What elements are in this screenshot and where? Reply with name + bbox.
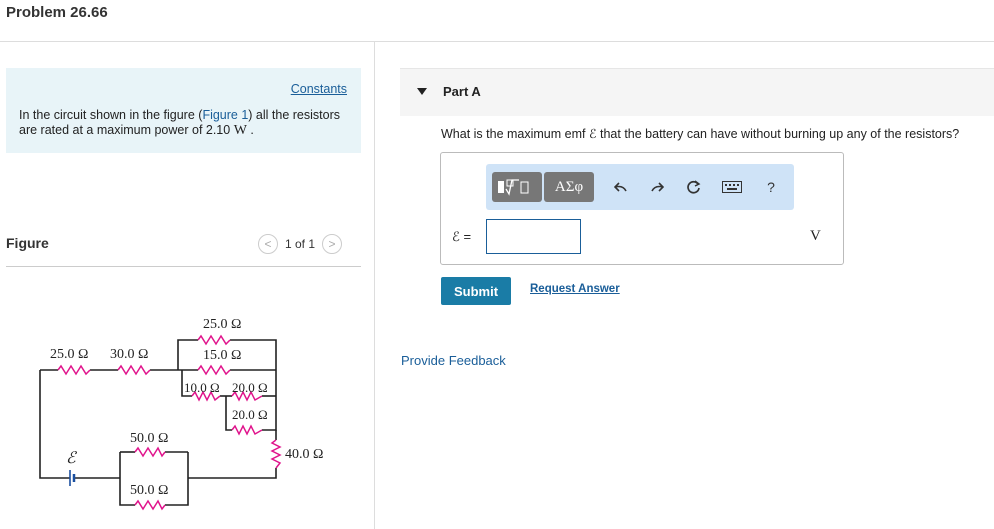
constants-link[interactable]: Constants — [291, 82, 347, 96]
next-figure-button[interactable]: > — [322, 234, 343, 254]
question-text: What is the maximum emf ℰ that the batte… — [441, 127, 960, 141]
resistor-label-10: 10.0 Ω — [184, 380, 220, 395]
greek-symbols-button[interactable]: ΑΣφ — [544, 172, 594, 202]
problem-title: Problem 26.66 — [6, 4, 108, 21]
submit-button[interactable]: Submit — [441, 277, 511, 305]
intro-text-start: In the circuit shown in the figure ( — [19, 108, 203, 122]
collapse-triangle-icon[interactable] — [417, 88, 427, 95]
provide-feedback-link[interactable]: Provide Feedback — [401, 353, 506, 368]
resistor-label-20-a: 20.0 Ω — [232, 380, 268, 395]
resistor-label-40: 40.0 Ω — [285, 447, 323, 462]
reset-icon[interactable] — [683, 176, 705, 198]
resistor-label-25-left: 25.0 Ω — [50, 347, 88, 362]
answer-label: ℰ = — [452, 229, 472, 244]
header-divider — [0, 41, 994, 42]
circuit-diagram: 25.0 Ω 30.0 Ω 25.0 Ω 15.0 Ω 10.0 Ω 20.0 … — [39, 317, 323, 511]
templates-button[interactable] — [492, 172, 542, 202]
figure-link[interactable]: Figure 1 — [202, 108, 248, 122]
undo-icon[interactable] — [610, 176, 632, 198]
resistor-label-25-top: 25.0 Ω — [203, 317, 241, 332]
help-button[interactable]: ? — [760, 176, 782, 198]
resistor-label-15: 15.0 Ω — [203, 348, 241, 363]
templates-icon — [498, 179, 529, 196]
resistor-label-50-upper: 50.0 Ω — [130, 431, 168, 446]
figure-label: Figure — [6, 235, 49, 251]
emf-symbol: ℰ — [66, 450, 78, 467]
chevron-right-icon: > — [328, 237, 336, 251]
math-toolbar: ΑΣφ ? — [486, 164, 794, 210]
chevron-left-icon: < — [264, 237, 272, 251]
prev-figure-button[interactable]: < — [258, 234, 278, 254]
resistor-label-50-lower: 50.0 Ω — [130, 483, 168, 498]
power-unit: W — [233, 123, 247, 138]
part-a-header[interactable] — [400, 68, 994, 116]
part-a-label: Part A — [443, 84, 481, 99]
request-answer-link[interactable]: Request Answer — [530, 283, 620, 295]
figure-pager: < 1 of 1 > — [258, 234, 343, 254]
intro-panel: Constants In the circuit shown in the fi… — [6, 68, 361, 153]
figure-page-count: 1 of 1 — [285, 237, 316, 251]
intro-text-end: . — [246, 123, 254, 137]
keyboard-icon[interactable] — [721, 176, 743, 198]
column-divider — [374, 41, 375, 529]
answer-unit: V — [810, 228, 821, 244]
redo-icon[interactable] — [646, 176, 668, 198]
resistor-label-30: 30.0 Ω — [110, 347, 148, 362]
answer-input[interactable] — [486, 219, 581, 254]
figure-divider — [6, 266, 361, 267]
resistor-label-20-b: 20.0 Ω — [232, 407, 268, 422]
intro-text: In the circuit shown in the figure (Figu… — [19, 108, 349, 138]
